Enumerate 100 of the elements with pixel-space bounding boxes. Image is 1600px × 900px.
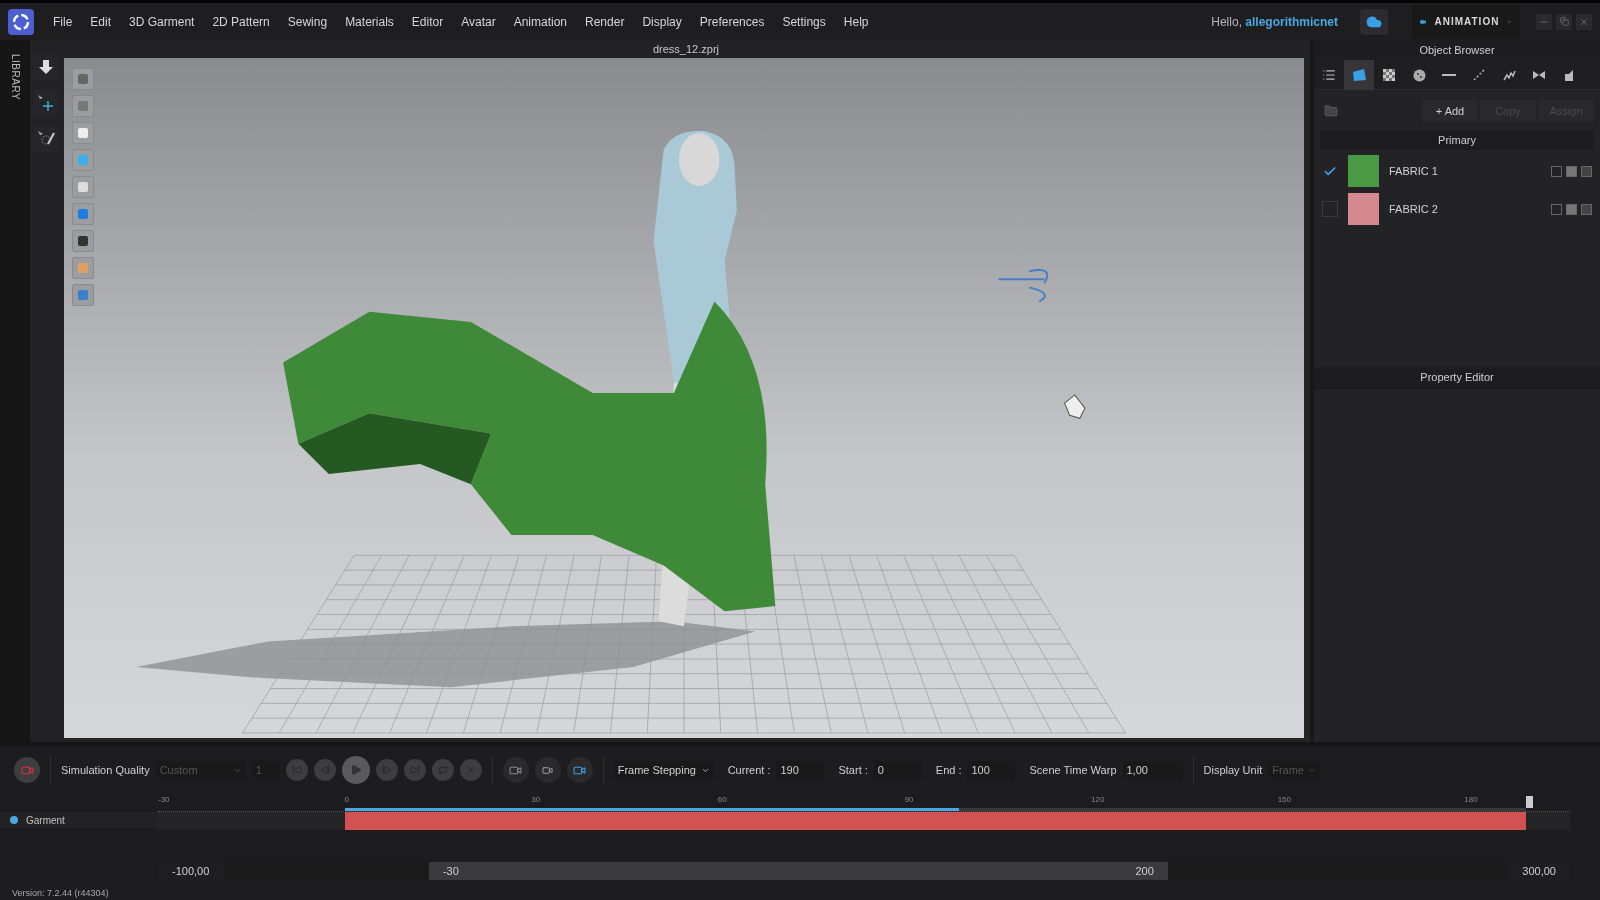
ruler-label: -30 (158, 795, 170, 804)
panel-tab[interactable] (1344, 60, 1374, 90)
step-back-icon (319, 765, 330, 775)
viewport-title: dress_12.zprj (651, 42, 720, 57)
ruler-label: 30 (531, 795, 541, 804)
playhead[interactable] (1526, 796, 1534, 808)
menu-item[interactable]: Materials (336, 14, 403, 29)
zigzag-icon (1502, 69, 1516, 81)
folder-icon[interactable] (1324, 104, 1338, 118)
animation-clip[interactable] (344, 812, 1527, 830)
step-forward-button[interactable] (375, 759, 398, 781)
menu-item[interactable]: Preferences (690, 14, 774, 29)
skip-forward-button[interactable] (403, 759, 426, 781)
field-label: Simulation Quality (61, 764, 150, 776)
tool-icon[interactable] (72, 122, 94, 144)
close-button[interactable] (459, 759, 482, 781)
skip-back-button[interactable] (285, 759, 308, 781)
add-icon[interactable] (1551, 203, 1562, 215)
fabric-swatch[interactable] (1348, 155, 1379, 187)
copy-icon[interactable] (1566, 203, 1577, 215)
restore-icon (1559, 17, 1569, 26)
field-label: End : (935, 764, 962, 776)
checker-icon (1383, 69, 1395, 81)
play-button[interactable] (341, 756, 370, 784)
tool-icon[interactable] (72, 230, 94, 252)
fabric-swatch[interactable] (1348, 193, 1379, 225)
skip-forward-icon (409, 765, 420, 775)
menu-item[interactable]: Avatar (452, 14, 505, 29)
menu-item[interactable]: Render (576, 14, 634, 29)
library-tab[interactable]: LIBRARY (9, 54, 21, 101)
menu-item[interactable]: Display (633, 14, 691, 29)
ruler-label: 60 (717, 795, 727, 804)
menu-item[interactable]: 3D Garment (120, 14, 204, 29)
wind-icon (997, 268, 1049, 303)
list-icon (1322, 68, 1336, 82)
field-label: Display Unit (1203, 764, 1263, 776)
record-button[interactable] (14, 757, 40, 783)
dashed-line-icon (1473, 69, 1485, 81)
shape-icon (1564, 68, 1574, 82)
number-field[interactable]: 0 (873, 761, 922, 779)
close-icon (1579, 16, 1589, 27)
copy-icon[interactable] (1566, 165, 1577, 177)
workspace-dropdown[interactable]: ANIMATION (1412, 4, 1520, 39)
line-icon (1442, 73, 1456, 77)
tool-icon[interactable] (72, 176, 94, 198)
video-camera-icon (542, 764, 554, 776)
viewport[interactable] (64, 58, 1304, 738)
close-button[interactable] (1576, 13, 1592, 30)
menu-item[interactable]: Edit (81, 14, 121, 29)
menu-item[interactable]: 2D Pattern (203, 14, 279, 29)
close-icon (465, 765, 476, 775)
track-name: Garment (26, 814, 65, 826)
panel-title: Property Editor (1314, 367, 1600, 387)
camera-button[interactable] (566, 757, 593, 783)
loop-icon (437, 765, 448, 775)
step-back-button[interactable] (313, 759, 336, 781)
number-field[interactable]: 100 (967, 761, 1016, 779)
field-label: Scene Time Warp (1029, 764, 1117, 776)
range-max: 300,00 (1508, 862, 1570, 880)
garment-icon (1351, 68, 1367, 82)
timeline-scrollbar[interactable]: -30 200 (428, 862, 1168, 880)
menu-item[interactable]: Settings (773, 14, 835, 29)
play-icon (349, 764, 362, 776)
ruler-label: 120 (1091, 795, 1105, 804)
minimize-button[interactable] (1536, 13, 1552, 30)
frame-stepping-dropdown[interactable]: Frame Stepping (613, 761, 714, 779)
step-forward-icon (381, 765, 392, 775)
button-icon (1412, 68, 1426, 82)
menu-item[interactable]: Editor (402, 14, 453, 29)
menu-item[interactable]: Sewing (278, 14, 337, 29)
move-tool-icon[interactable] (33, 90, 59, 116)
fabric-name: FABRIC 1 (1389, 165, 1439, 177)
greeting: Hello, allegorithmicnet (1211, 14, 1338, 29)
field-label: Current : (727, 764, 771, 776)
menu-item[interactable]: File (44, 14, 82, 29)
camera-button[interactable] (502, 757, 529, 783)
fabric-name: FABRIC 2 (1389, 203, 1439, 215)
panel-title: Object Browser (1314, 40, 1600, 60)
restore-button[interactable] (1556, 13, 1572, 30)
range-min: -100,00 (158, 862, 224, 880)
menu-item[interactable]: Help (834, 14, 878, 29)
field-label: Start : (838, 764, 868, 776)
camera-button[interactable] (534, 757, 561, 783)
time-warp-field[interactable]: 1,00 (1122, 761, 1183, 779)
lasso-pen-icon[interactable] (33, 126, 59, 152)
number-field[interactable]: 190 (776, 761, 825, 779)
add-icon[interactable] (1551, 165, 1562, 177)
delete-icon[interactable] (1581, 203, 1592, 215)
group-header: Primary (1320, 130, 1594, 150)
ruler-label: 180 (1464, 795, 1478, 804)
bow-icon (1532, 69, 1546, 81)
tool-icon[interactable] (72, 68, 94, 90)
cloud-button[interactable] (1360, 8, 1388, 35)
loop-button[interactable] (431, 759, 454, 781)
panel-button[interactable]: + Add (1422, 100, 1478, 122)
ruler-label: 0 (344, 795, 350, 804)
menu-item[interactable]: Animation (504, 14, 576, 29)
app-logo[interactable] (8, 8, 34, 35)
skip-back-icon (291, 765, 302, 775)
delete-icon[interactable] (1581, 165, 1592, 177)
